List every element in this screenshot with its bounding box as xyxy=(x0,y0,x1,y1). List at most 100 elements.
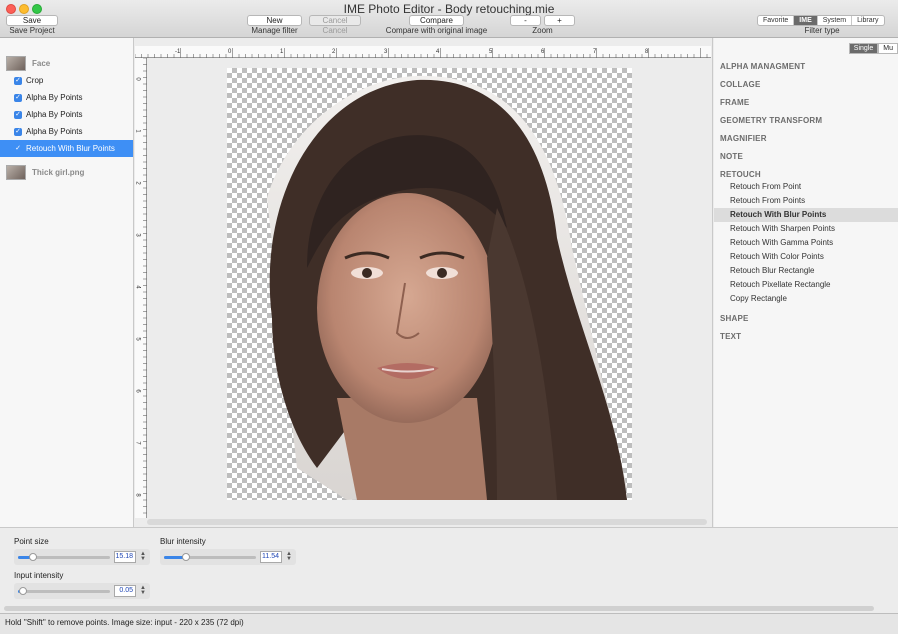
filter-catalogue-panel: Single Mu ALPHA MANAGMENT COLLAGE FRAME … xyxy=(714,38,898,527)
ruler-label: 5 xyxy=(489,49,493,55)
ruler-label: 5 xyxy=(134,337,141,341)
param-blur-intensity: Blur intensity 11.54 ▲ ▼ xyxy=(160,537,296,565)
ruler-ticks xyxy=(135,48,708,58)
zoom-in-button[interactable]: + xyxy=(544,15,575,26)
cancel-filter-button[interactable]: Cancel xyxy=(309,15,361,26)
layer-thumbnail xyxy=(6,164,26,180)
category-magnifier[interactable]: MAGNIFIER xyxy=(720,134,767,143)
blur-intensity-input[interactable]: 11.54 xyxy=(260,551,282,563)
input-intensity-slider[interactable] xyxy=(18,586,110,595)
layer-name: Thick girl.png xyxy=(32,167,85,177)
blur-intensity-stepper[interactable]: ▲ ▼ xyxy=(286,551,292,562)
slider-knob[interactable] xyxy=(28,552,37,561)
checkbox-icon[interactable]: ✓ xyxy=(14,145,22,153)
filter-item[interactable]: ✓ Alpha By Points xyxy=(0,106,133,123)
tab-multiple[interactable]: Mu xyxy=(878,43,898,54)
blur-intensity-slider[interactable] xyxy=(164,552,256,561)
filter-item-selected[interactable]: ✓ Retouch With Blur Points xyxy=(0,140,133,157)
ruler-label: 0 xyxy=(228,49,232,55)
ruler-label: 0 xyxy=(134,77,141,81)
filter-type-selector[interactable]: Favorite IME System Library xyxy=(757,15,885,26)
filter-type-system[interactable]: System xyxy=(818,16,853,25)
ruler-label: 7 xyxy=(593,49,597,55)
filter-item[interactable]: ✓ Crop xyxy=(0,72,133,89)
portrait-image xyxy=(267,75,627,500)
ruler-label: 1 xyxy=(280,49,284,55)
vertical-ruler: 0 1 2 3 4 5 6 7 8 xyxy=(135,58,147,518)
ruler-label: 2 xyxy=(332,49,336,55)
filter-label: Retouch With Blur Points xyxy=(26,144,115,153)
param-row: 15.18 ▲ ▼ xyxy=(14,549,150,565)
category-geometry-transform[interactable]: GEOMETRY TRANSFORM xyxy=(720,116,822,125)
filter-label: Alpha By Points xyxy=(26,110,83,119)
filter-retouch-with-blur-points[interactable]: Retouch With Blur Points xyxy=(714,208,898,222)
filter-type-library[interactable]: Library xyxy=(852,16,883,25)
manage-filter-label: Manage filter xyxy=(251,26,298,35)
photo-canvas[interactable] xyxy=(227,68,632,500)
mode-tabs[interactable]: Single Mu xyxy=(848,43,898,54)
point-size-stepper[interactable]: ▲ ▼ xyxy=(140,551,146,562)
filter-type-favorite[interactable]: Favorite xyxy=(758,16,795,25)
compare-button[interactable]: Compare xyxy=(409,15,464,26)
save-project-label: Save Project xyxy=(9,26,55,35)
slider-knob[interactable] xyxy=(18,586,27,595)
filter-item[interactable]: ✓ Alpha By Points xyxy=(0,123,133,140)
filter-label: Crop xyxy=(26,76,44,85)
ruler-label: 4 xyxy=(436,49,440,55)
status-text: Hold ''Shift'' to remove points. Image s… xyxy=(5,618,244,627)
filter-parameters: Point size 15.18 ▲ ▼ Blur intensity 11.54… xyxy=(0,527,898,613)
zoom-out-button[interactable]: - xyxy=(510,15,541,26)
canvas-horizontal-scrollbar[interactable] xyxy=(147,519,707,525)
input-intensity-stepper[interactable]: ▲ ▼ xyxy=(140,585,146,596)
filter-retouch-with-color-points[interactable]: Retouch With Color Points xyxy=(714,250,898,264)
filter-retouch-with-sharpen-points[interactable]: Retouch With Sharpen Points xyxy=(714,222,898,236)
checkbox-icon[interactable]: ✓ xyxy=(14,110,22,119)
category-text[interactable]: TEXT xyxy=(720,332,741,341)
param-point-size: Point size 15.18 ▲ ▼ xyxy=(14,537,150,565)
category-shape[interactable]: SHAPE xyxy=(720,314,749,323)
layer-name: Face xyxy=(32,58,51,68)
category-note[interactable]: NOTE xyxy=(720,152,743,161)
checkbox-icon[interactable]: ✓ xyxy=(14,127,22,136)
filter-item[interactable]: ✓ Alpha By Points xyxy=(0,89,133,106)
layer-thumbnail xyxy=(6,55,26,71)
filter-retouch-pixellate-rectangle[interactable]: Retouch Pixellate Rectangle xyxy=(714,278,898,292)
category-frame[interactable]: FRAME xyxy=(720,98,749,107)
layer-thick-girl[interactable]: Thick girl.png xyxy=(6,163,84,181)
filter-type-label: Filter type xyxy=(804,26,840,35)
filter-copy-rectangle[interactable]: Copy Rectangle xyxy=(714,292,898,306)
canvas-area[interactable]: -1 0 1 2 3 4 5 6 7 8 0 1 2 3 4 5 6 7 8 xyxy=(135,38,713,527)
ruler-label: 3 xyxy=(134,233,141,237)
slider-knob[interactable] xyxy=(182,552,191,561)
new-filter-button[interactable]: New xyxy=(247,15,302,26)
category-alpha-managment[interactable]: ALPHA MANAGMENT xyxy=(720,62,805,71)
param-label: Point size xyxy=(14,537,49,546)
param-row: 0.05 ▲ ▼ xyxy=(14,583,150,599)
checkbox-icon[interactable]: ✓ xyxy=(14,93,22,102)
ruler-label: 8 xyxy=(134,493,141,497)
toolbar: IME Photo Editor - Body retouching.mie S… xyxy=(0,0,898,38)
horizontal-ruler: -1 0 1 2 3 4 5 6 7 8 xyxy=(135,46,711,58)
point-size-slider[interactable] xyxy=(18,552,110,561)
tab-single[interactable]: Single xyxy=(848,43,879,54)
ruler-label: 8 xyxy=(645,49,649,55)
parameters-horizontal-scrollbar[interactable] xyxy=(4,606,874,611)
ruler-label: 4 xyxy=(134,285,141,289)
save-button[interactable]: Save xyxy=(6,15,58,26)
filter-retouch-from-points[interactable]: Retouch From Points xyxy=(714,194,898,208)
filter-retouch-from-point[interactable]: Retouch From Point xyxy=(714,180,898,194)
param-label: Input intensity xyxy=(14,571,64,580)
input-intensity-input[interactable]: 0.05 xyxy=(114,585,136,597)
category-retouch[interactable]: RETOUCH xyxy=(720,170,761,179)
ruler-label: 3 xyxy=(384,49,388,55)
filter-label: Alpha By Points xyxy=(26,93,83,102)
point-size-input[interactable]: 15.18 xyxy=(114,551,136,563)
window-title: IME Photo Editor - Body retouching.mie xyxy=(343,2,555,16)
layer-face[interactable]: Face xyxy=(6,54,50,72)
category-collage[interactable]: COLLAGE xyxy=(720,80,761,89)
filter-retouch-blur-rectangle[interactable]: Retouch Blur Rectangle xyxy=(714,264,898,278)
filter-retouch-with-gamma-points[interactable]: Retouch With Gamma Points xyxy=(714,236,898,250)
checkbox-icon[interactable]: ✓ xyxy=(14,76,22,85)
param-row: 11.54 ▲ ▼ xyxy=(160,549,296,565)
filter-type-ime[interactable]: IME xyxy=(794,16,818,25)
